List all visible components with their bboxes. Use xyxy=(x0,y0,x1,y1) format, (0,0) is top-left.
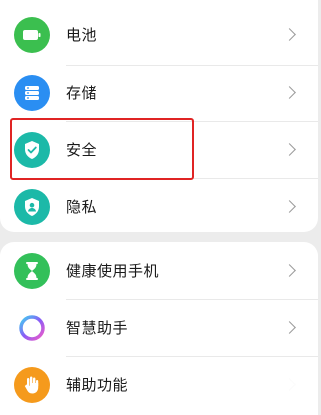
settings-item-label: 辅助功能 xyxy=(66,376,129,394)
assistant-ring-icon xyxy=(14,309,50,346)
storage-icon xyxy=(14,74,50,111)
settings-item-privacy[interactable]: 隐私 xyxy=(0,178,318,232)
settings-item-digital-wellbeing[interactable]: 健康使用手机 xyxy=(0,242,318,299)
hourglass-icon xyxy=(14,252,50,289)
settings-group-services: 健康使用手机 智慧助手 辅助功能 xyxy=(0,242,318,415)
watermark-overlay xyxy=(164,375,304,403)
settings-item-label: 隐私 xyxy=(66,198,98,216)
settings-item-security[interactable]: 安全 xyxy=(0,121,318,178)
settings-item-label: 安全 xyxy=(66,141,98,159)
chevron-right-icon xyxy=(283,28,296,41)
battery-icon xyxy=(14,16,50,53)
chevron-right-icon xyxy=(283,321,296,334)
settings-item-smart-assistant[interactable]: 智慧助手 xyxy=(0,299,318,356)
chevron-right-icon xyxy=(283,143,296,156)
settings-item-storage[interactable]: 存储 xyxy=(0,64,318,121)
chevron-right-icon xyxy=(283,86,296,99)
settings-item-label: 健康使用手机 xyxy=(66,262,160,280)
settings-item-label: 智慧助手 xyxy=(66,319,129,337)
shield-icon xyxy=(14,131,50,168)
settings-item-label: 存储 xyxy=(66,84,98,102)
settings-item-battery[interactable]: 电池 xyxy=(0,6,318,63)
hand-icon xyxy=(14,366,50,403)
chevron-right-icon xyxy=(283,200,296,213)
privacy-icon xyxy=(14,188,50,225)
settings-group-device: 电池 存储 安全 隐私 xyxy=(0,0,318,232)
settings-page: 电池 存储 安全 隐私 健康使用手机 智慧助手 辅助功能 xyxy=(0,0,321,415)
settings-item-label: 电池 xyxy=(66,26,98,44)
chevron-right-icon xyxy=(283,264,296,277)
